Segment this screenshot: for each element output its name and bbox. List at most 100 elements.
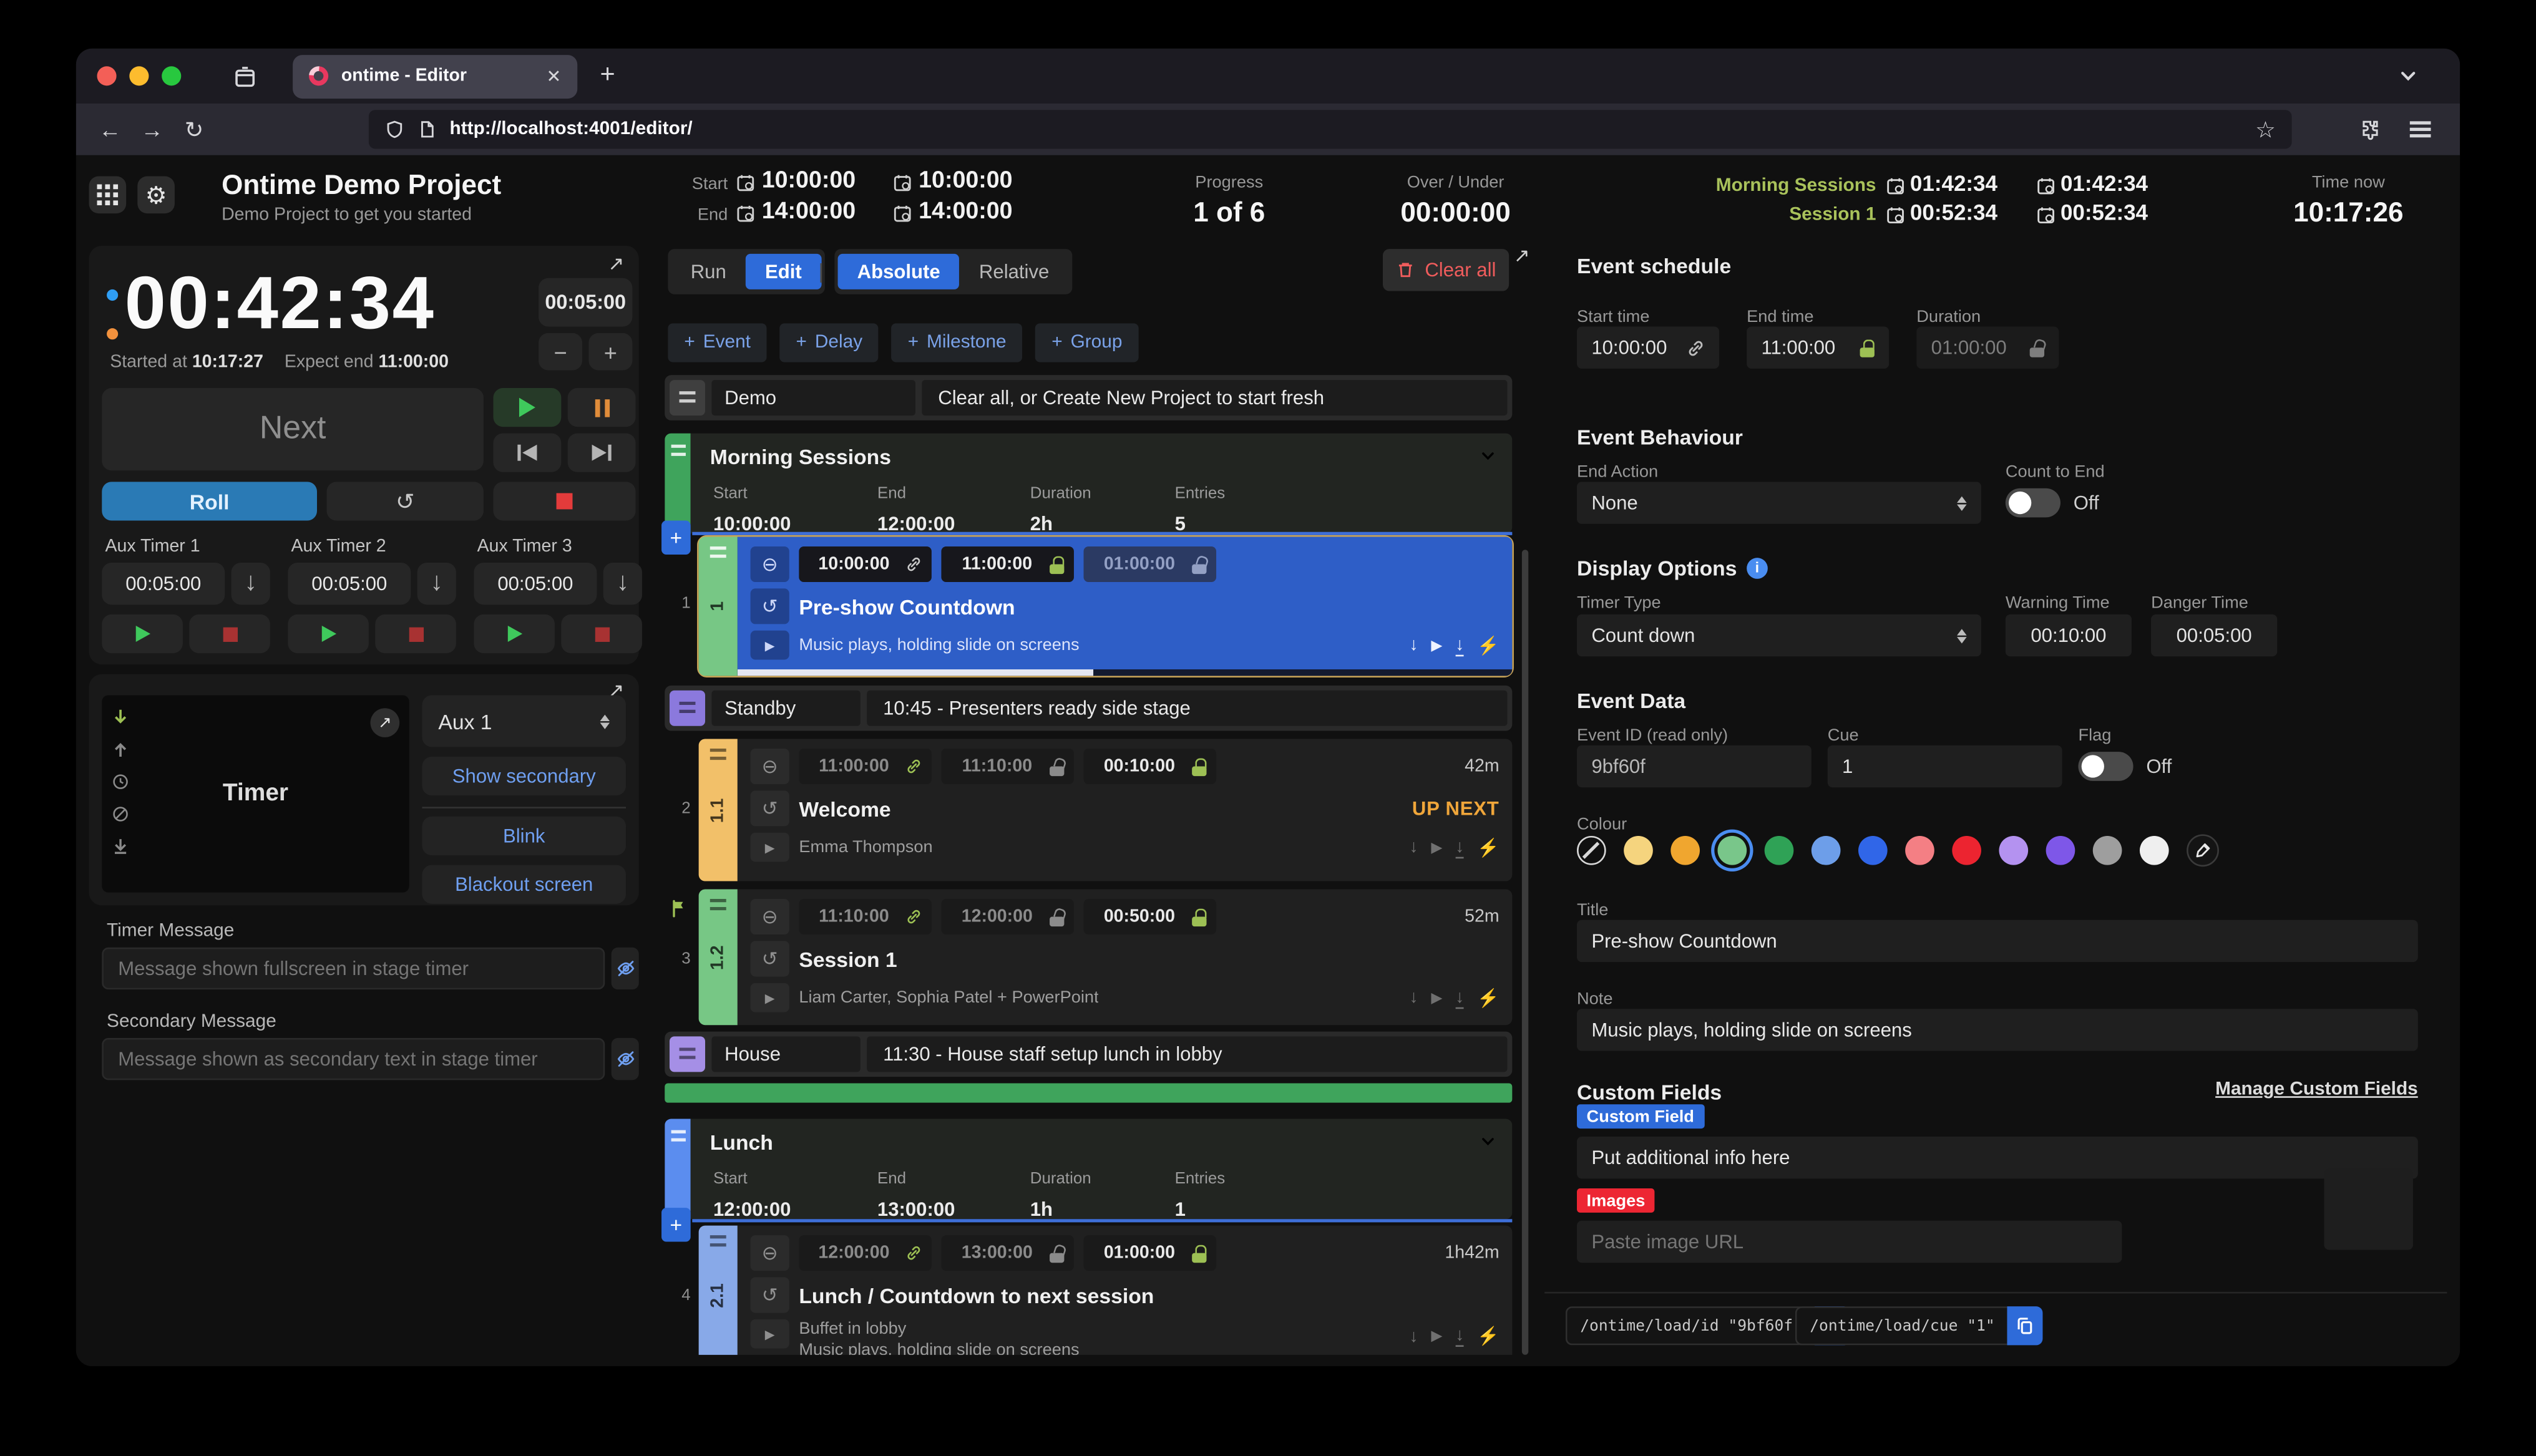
colour-swatch[interactable] bbox=[2140, 836, 2169, 865]
collapse-chevron-icon[interactable] bbox=[1480, 448, 1496, 464]
new-tab-button[interactable]: + bbox=[600, 61, 615, 90]
skip-event-button[interactable]: ⊖ bbox=[751, 1235, 789, 1271]
colour-swatch[interactable] bbox=[1765, 836, 1794, 865]
manage-custom-fields-link[interactable]: Manage Custom Fields bbox=[2215, 1080, 2418, 1099]
colour-swatch[interactable] bbox=[1858, 836, 1888, 865]
group-drag-handle[interactable] bbox=[665, 1119, 690, 1220]
add-time-value[interactable]: 00:05:00 bbox=[539, 278, 632, 327]
no-colour-swatch[interactable] bbox=[1577, 836, 1606, 865]
aux2-time-input[interactable]: 00:05:00 bbox=[288, 563, 411, 604]
aux3-time-input[interactable]: 00:05:00 bbox=[474, 563, 597, 604]
load-down-icon[interactable]: ↓ bbox=[1409, 636, 1418, 655]
secondary-message-visibility-button[interactable] bbox=[612, 1038, 639, 1080]
start-icon[interactable]: ▶ bbox=[1431, 1327, 1442, 1346]
clear-all-button[interactable]: Clear all bbox=[1383, 249, 1509, 291]
play-button[interactable] bbox=[493, 388, 561, 427]
event-cue-bar[interactable]: 1 bbox=[699, 536, 738, 676]
timer-type-select[interactable]: Count down bbox=[1577, 614, 1981, 656]
rundown-event-3[interactable]: 3 1.2 ⊖ 11:10:00 12:00:00 00:50:00 bbox=[660, 889, 1533, 1025]
event-end-input[interactable]: 12:00:00 bbox=[941, 899, 1074, 934]
event-end-input[interactable]: 11:00:00 bbox=[941, 546, 1074, 582]
event-start-input[interactable]: 11:10:00 bbox=[799, 899, 932, 934]
event-cue-bar[interactable]: 1.1 bbox=[699, 739, 738, 881]
trigger-icon[interactable]: ⚡ bbox=[1477, 837, 1500, 858]
remove-time-button[interactable]: − bbox=[539, 333, 582, 371]
timer-preview[interactable]: ↗ Timer bbox=[102, 695, 409, 892]
milestone-text[interactable]: 11:30 - House staff setup lunch in lobby bbox=[867, 1036, 1507, 1072]
note-input[interactable] bbox=[1577, 1009, 2418, 1051]
colour-swatch-selected[interactable] bbox=[1717, 836, 1747, 865]
rundown-event-1[interactable]: 1 1 ⊖ 10:00:00 11:00:00 01:00:00 bbox=[660, 536, 1533, 676]
event-start-input[interactable]: 11:00:00 bbox=[799, 749, 932, 784]
back-button[interactable]: ← bbox=[89, 117, 131, 142]
schedule-start-input[interactable]: 10:00:00 bbox=[1577, 327, 1719, 369]
event-duration-input[interactable]: 01:00:00 bbox=[1084, 546, 1217, 582]
milestone-text[interactable]: Clear all, or Create New Project to star… bbox=[922, 380, 1507, 415]
aux1-direction-button[interactable]: ↓ bbox=[232, 563, 270, 604]
reload-button[interactable]: ↺ bbox=[327, 482, 484, 520]
aux2-direction-button[interactable]: ↓ bbox=[417, 563, 456, 604]
menu-button[interactable] bbox=[2410, 122, 2431, 137]
expand-event-button[interactable]: ▶ bbox=[751, 631, 789, 660]
show-secondary-button[interactable]: Show secondary bbox=[422, 757, 626, 795]
group-lunch[interactable]: Lunch Start12:00:00 End13:00:00 Duration… bbox=[665, 1119, 1512, 1220]
reload-button[interactable]: ↻ bbox=[173, 115, 215, 143]
forward-button[interactable]: → bbox=[131, 117, 173, 142]
start-icon[interactable]: ▶ bbox=[1431, 989, 1442, 1007]
colour-swatch[interactable] bbox=[2093, 836, 2122, 865]
tab-absolute[interactable]: Absolute bbox=[838, 254, 960, 289]
colour-swatch[interactable] bbox=[2046, 836, 2075, 865]
add-group-button[interactable]: +Group bbox=[1035, 323, 1138, 362]
event-title[interactable]: Lunch / Countdown to next session bbox=[799, 1283, 1154, 1308]
blink-button[interactable]: Blink bbox=[422, 817, 626, 855]
milestone-title[interactable]: House bbox=[711, 1036, 860, 1072]
skip-event-button[interactable]: ⊖ bbox=[751, 546, 789, 582]
load-icon[interactable]: ↓ bbox=[1455, 837, 1464, 858]
drag-handle[interactable] bbox=[670, 1036, 705, 1072]
event-title[interactable]: Welcome bbox=[799, 796, 890, 820]
colour-swatch[interactable] bbox=[1905, 836, 1934, 865]
aux1-time-input[interactable]: 00:05:00 bbox=[102, 563, 225, 604]
reload-event-button[interactable]: ↺ bbox=[751, 588, 789, 624]
danger-time-input[interactable]: 00:05:00 bbox=[2151, 614, 2277, 656]
reload-event-button[interactable]: ↺ bbox=[751, 1278, 789, 1313]
colour-swatch[interactable] bbox=[1952, 836, 1981, 865]
apps-grid-button[interactable] bbox=[89, 177, 127, 214]
event-duration-input[interactable]: 00:10:00 bbox=[1084, 749, 1217, 784]
traffic-light-zoom[interactable] bbox=[162, 66, 181, 85]
colour-swatch[interactable] bbox=[1999, 836, 2028, 865]
aux1-play-button[interactable] bbox=[102, 614, 183, 653]
add-event-button[interactable]: +Event bbox=[668, 323, 766, 362]
extensions-puzzle-icon[interactable] bbox=[2358, 118, 2381, 140]
expand-event-button[interactable]: ▶ bbox=[751, 983, 789, 1012]
rundown-scrollbar[interactable] bbox=[1522, 550, 1528, 1355]
event-start-input[interactable]: 10:00:00 bbox=[799, 546, 932, 582]
custom-field-input[interactable] bbox=[1577, 1137, 2418, 1178]
trigger-icon[interactable]: ⚡ bbox=[1477, 987, 1500, 1008]
event-end-input[interactable]: 13:00:00 bbox=[941, 1235, 1074, 1271]
event-note[interactable]: Buffet in lobby bbox=[799, 1319, 1079, 1340]
traffic-light-close[interactable] bbox=[97, 66, 117, 85]
trigger-icon[interactable]: ⚡ bbox=[1477, 634, 1500, 656]
viewer-source-select[interactable]: Aux 1 bbox=[422, 695, 626, 747]
next-event-button[interactable] bbox=[568, 434, 636, 472]
add-delay-button[interactable]: +Delay bbox=[780, 323, 879, 362]
info-icon[interactable]: i bbox=[1747, 557, 1768, 578]
aux1-stop-button[interactable] bbox=[189, 614, 270, 653]
add-time-button[interactable]: + bbox=[588, 333, 632, 371]
settings-button[interactable]: ⚙ bbox=[137, 177, 175, 214]
event-start-input[interactable]: 12:00:00 bbox=[799, 1235, 932, 1271]
event-duration-input[interactable]: 01:00:00 bbox=[1084, 1235, 1217, 1271]
start-icon[interactable]: ▶ bbox=[1431, 838, 1442, 857]
group-drag-handle[interactable] bbox=[665, 434, 690, 534]
load-down-icon[interactable]: ↓ bbox=[1409, 1327, 1418, 1346]
browser-tab[interactable]: ontime - Editor ✕ bbox=[293, 54, 577, 98]
schedule-end-input[interactable]: 11:00:00 bbox=[1747, 327, 1889, 369]
milestone-standby[interactable]: Standby 10:45 - Presenters ready side st… bbox=[665, 686, 1512, 731]
event-note-2[interactable]: Music plays, holding slide on screens bbox=[799, 1340, 1079, 1355]
milestone-title[interactable]: Standby bbox=[711, 691, 860, 726]
trigger-icon[interactable]: ⚡ bbox=[1477, 1326, 1500, 1347]
drag-handle[interactable] bbox=[670, 380, 705, 415]
aux3-play-button[interactable] bbox=[474, 614, 555, 653]
milestone-text[interactable]: 10:45 - Presenters ready side stage bbox=[867, 691, 1507, 726]
